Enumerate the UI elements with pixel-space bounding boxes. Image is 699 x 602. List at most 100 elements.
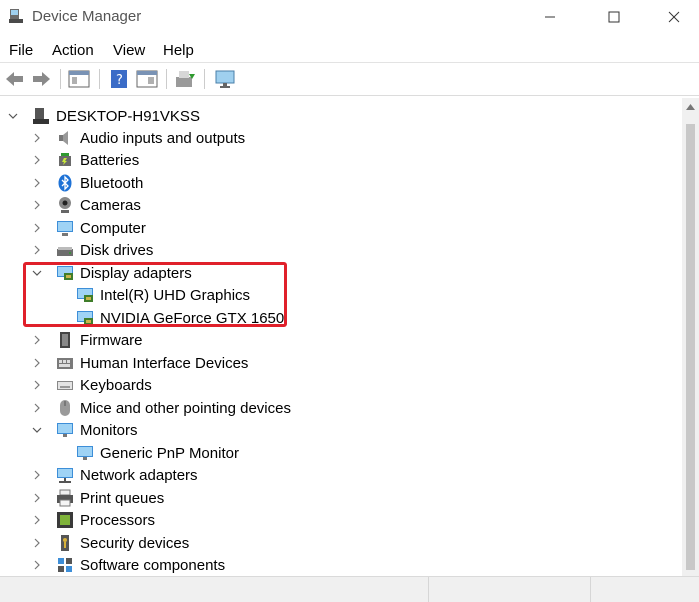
chevron-right-icon[interactable] bbox=[32, 223, 42, 233]
chevron-right-icon[interactable] bbox=[32, 470, 42, 480]
tree-item-keyboards[interactable]: Keyboards bbox=[32, 374, 152, 396]
processor-icon bbox=[57, 512, 73, 528]
device-tree: DESKTOP-H91VKSS Audio inputs and outputs… bbox=[0, 98, 680, 576]
tree-item-label: Monitors bbox=[80, 421, 138, 439]
minimize-button[interactable] bbox=[520, 0, 580, 34]
tree-item-label: Computer bbox=[80, 219, 146, 237]
monitor-icon bbox=[57, 423, 73, 437]
chevron-right-icon[interactable] bbox=[32, 335, 42, 345]
forward-arrow-icon[interactable] bbox=[30, 69, 52, 89]
chevron-right-icon[interactable] bbox=[32, 538, 42, 548]
chevron-down-icon[interactable] bbox=[32, 425, 42, 435]
vertical-scrollbar[interactable] bbox=[682, 98, 699, 576]
menu-file[interactable]: File bbox=[9, 42, 33, 59]
chevron-right-icon[interactable] bbox=[32, 245, 42, 255]
speaker-icon bbox=[59, 131, 68, 145]
tree-item-audio[interactable]: Audio inputs and outputs bbox=[32, 127, 245, 149]
mouse-icon bbox=[60, 400, 70, 416]
camera-icon bbox=[59, 197, 71, 213]
tree-item-label: Generic PnP Monitor bbox=[100, 444, 239, 462]
monitor-icon bbox=[77, 446, 93, 460]
menu-view[interactable]: View bbox=[113, 42, 145, 59]
scroll-up-icon[interactable] bbox=[686, 104, 695, 110]
minimize-icon bbox=[545, 16, 555, 18]
tree-item-processors[interactable]: Processors bbox=[32, 509, 155, 531]
tree-item-computer[interactable]: Computer bbox=[32, 217, 146, 239]
security-device-icon bbox=[61, 535, 69, 551]
maximize-icon bbox=[608, 11, 620, 23]
menu-action[interactable]: Action bbox=[52, 42, 94, 59]
tree-item-batteries[interactable]: Batteries bbox=[32, 149, 139, 171]
tree-item-label: Keyboards bbox=[80, 376, 152, 394]
computer-icon bbox=[57, 221, 73, 236]
device-manager-icon bbox=[9, 9, 23, 23]
title-bar: Device Manager bbox=[0, 0, 699, 34]
scan-hardware-icon[interactable] bbox=[214, 69, 236, 89]
tree-item-label: Security devices bbox=[80, 534, 190, 552]
back-arrow-icon[interactable] bbox=[4, 69, 26, 89]
chevron-right-icon[interactable] bbox=[32, 200, 42, 210]
tree-item-label: Bluetooth bbox=[80, 174, 144, 192]
tree-item-monitors[interactable]: Monitors bbox=[32, 419, 138, 441]
status-bar bbox=[0, 576, 699, 602]
battery-icon bbox=[59, 153, 71, 166]
tree-child-generic-monitor[interactable]: Generic PnP Monitor bbox=[76, 442, 239, 464]
help-icon[interactable]: ? bbox=[108, 69, 130, 89]
bluetooth-icon bbox=[58, 174, 72, 192]
disk-drive-icon bbox=[57, 247, 73, 256]
chevron-right-icon[interactable] bbox=[32, 560, 42, 570]
chevron-right-icon[interactable] bbox=[32, 133, 42, 143]
tree-root-label: DESKTOP-H91VKSS bbox=[56, 107, 200, 125]
tree-item-mice[interactable]: Mice and other pointing devices bbox=[32, 397, 291, 419]
tree-item-label: Batteries bbox=[80, 151, 140, 169]
chevron-right-icon[interactable] bbox=[32, 380, 42, 390]
keyboard-icon bbox=[57, 381, 73, 390]
tree-item-label: Audio inputs and outputs bbox=[80, 129, 246, 147]
tree-item-software-components[interactable]: Software components bbox=[32, 554, 225, 576]
tree-item-label: Processors bbox=[80, 511, 156, 529]
software-component-icon bbox=[58, 558, 72, 572]
tree-item-label: Cameras bbox=[80, 196, 141, 214]
tree-item-network[interactable]: Network adapters bbox=[32, 464, 198, 486]
close-icon bbox=[668, 11, 680, 23]
update-driver-icon[interactable] bbox=[174, 69, 196, 89]
menu-help[interactable]: Help bbox=[163, 42, 194, 59]
chevron-right-icon[interactable] bbox=[32, 515, 42, 525]
tree-root[interactable]: DESKTOP-H91VKSS bbox=[8, 105, 200, 127]
properties-window-icon[interactable] bbox=[68, 69, 90, 89]
tree-item-label: Mice and other pointing devices bbox=[80, 399, 291, 417]
tree-item-label: Software components bbox=[80, 556, 226, 574]
maximize-button[interactable] bbox=[584, 0, 644, 34]
chevron-right-icon[interactable] bbox=[32, 178, 42, 188]
tree-item-bluetooth[interactable]: Bluetooth bbox=[32, 172, 143, 194]
chevron-right-icon[interactable] bbox=[32, 155, 42, 165]
toolbar: ? bbox=[0, 63, 699, 96]
tree-item-firmware[interactable]: Firmware bbox=[32, 329, 143, 351]
tree-item-label: Print queues bbox=[80, 489, 165, 507]
chevron-right-icon[interactable] bbox=[32, 403, 42, 413]
show-hide-pane-icon[interactable] bbox=[136, 69, 158, 89]
chevron-right-icon[interactable] bbox=[32, 358, 42, 368]
tree-item-cameras[interactable]: Cameras bbox=[32, 194, 141, 216]
tree-item-label: Firmware bbox=[80, 331, 143, 349]
tree-item-hid[interactable]: Human Interface Devices bbox=[32, 352, 248, 374]
tree-item-disk-drives[interactable]: Disk drives bbox=[32, 239, 153, 261]
tree-item-label: Disk drives bbox=[80, 241, 154, 259]
chevron-down-icon[interactable] bbox=[8, 111, 18, 121]
tree-item-print-queues[interactable]: Print queues bbox=[32, 487, 164, 509]
network-adapter-icon bbox=[57, 468, 73, 483]
close-button[interactable] bbox=[644, 0, 699, 34]
printer-icon bbox=[57, 489, 73, 507]
firmware-icon bbox=[60, 332, 70, 348]
scrollbar-thumb[interactable] bbox=[686, 124, 695, 570]
highlight-box bbox=[23, 262, 287, 327]
menu-bar: File Action View Help bbox=[0, 38, 699, 63]
tree-item-label: Network adapters bbox=[80, 466, 198, 484]
chevron-right-icon[interactable] bbox=[32, 493, 42, 503]
tree-item-label: Human Interface Devices bbox=[80, 354, 249, 372]
tree-item-security[interactable]: Security devices bbox=[32, 532, 189, 554]
svg-text:?: ? bbox=[116, 73, 123, 88]
hid-icon bbox=[57, 358, 73, 369]
computer-tower-icon bbox=[33, 108, 49, 124]
window-title: Device Manager bbox=[32, 8, 142, 25]
